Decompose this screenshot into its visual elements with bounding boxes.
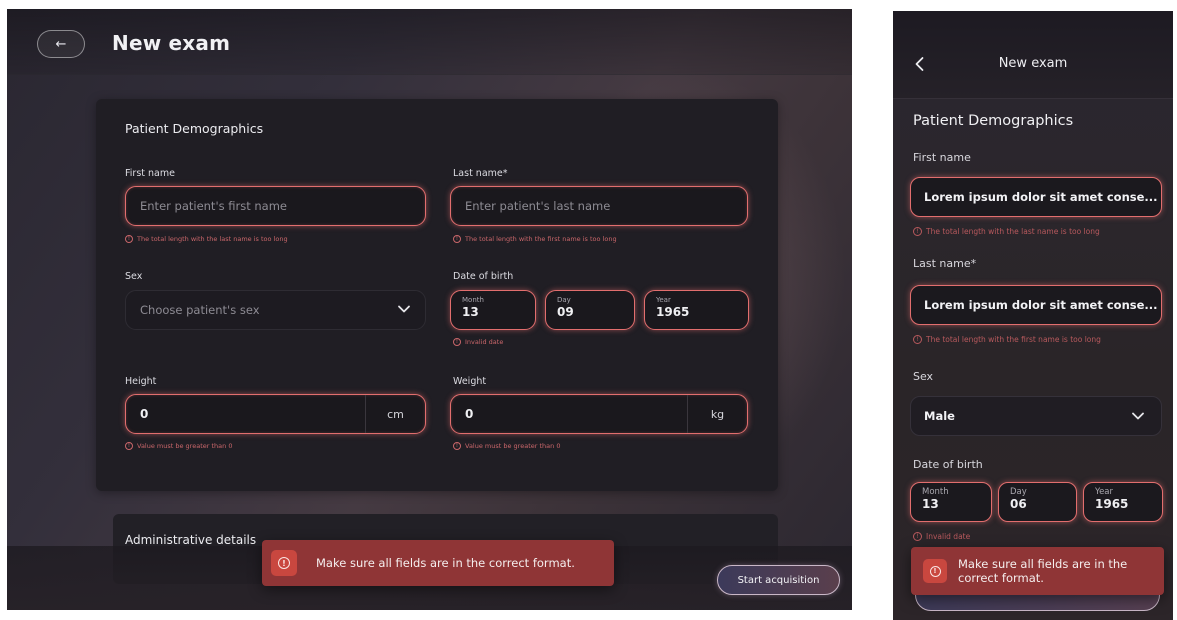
back-button[interactable]: ← — [37, 30, 85, 58]
chevron-down-icon — [1132, 412, 1144, 420]
last-name-error: ! The total length with the first name is… — [913, 335, 1101, 344]
last-name-label: Last name* — [913, 257, 977, 270]
error-icon: ! — [913, 335, 922, 344]
dob-day-input[interactable]: Day 06 — [998, 482, 1077, 522]
arrow-left-icon: ← — [55, 36, 67, 52]
page-title: New exam — [112, 31, 231, 55]
sex-select[interactable]: Male — [910, 396, 1162, 436]
last-name-label: Last name* — [453, 168, 508, 179]
last-name-input[interactable]: Lorem ipsum dolor sit amet conse... — [910, 285, 1162, 325]
weight-input[interactable]: 0 kg — [450, 394, 748, 434]
chevron-down-icon — [398, 305, 410, 313]
desktop-view: ← New exam Patient Demographics First na… — [7, 9, 852, 610]
sex-label: Sex — [125, 271, 143, 282]
dob-year-input[interactable]: Year 1965 — [1083, 482, 1163, 522]
alert-icon: ! — [923, 559, 947, 583]
patient-demographics-card: Patient Demographics First name Enter pa… — [96, 99, 778, 491]
section-title: Administrative details — [125, 533, 257, 547]
dob-error: ! Invalid date — [453, 338, 503, 346]
weight-label: Weight — [453, 376, 487, 387]
mobile-view: New exam Patient Demographics First name… — [893, 11, 1173, 620]
dob-month-input[interactable]: Month 13 — [910, 482, 992, 522]
height-error: ! Value must be greater than 0 — [125, 442, 232, 450]
sex-select[interactable]: Choose patient's sex — [125, 290, 426, 330]
alert-icon: ! — [271, 550, 297, 576]
dob-error: ! Invalid date — [913, 532, 970, 541]
first-name-label: First name — [913, 151, 971, 164]
start-acquisition-button[interactable]: Start acquisition — [717, 565, 840, 595]
sex-label: Sex — [913, 370, 934, 383]
dob-label: Date of birth — [913, 458, 983, 471]
height-input[interactable]: 0 cm — [125, 394, 426, 434]
error-icon: ! — [453, 338, 461, 346]
toast-message: Make sure all fields are in the correct … — [958, 556, 1128, 585]
error-toast: ! Make sure all fields are in the correc… — [911, 547, 1164, 595]
weight-unit: kg — [687, 395, 747, 433]
last-name-error: ! The total length with the first name is… — [453, 235, 617, 243]
height-unit: cm — [365, 395, 425, 433]
error-icon: ! — [125, 442, 133, 450]
weight-error: ! Value must be greater than 0 — [453, 442, 560, 450]
header: ← New exam — [7, 9, 852, 75]
section-title: Patient Demographics — [125, 121, 264, 136]
mobile-header: New exam — [893, 11, 1173, 99]
first-name-input[interactable]: Lorem ipsum dolor sit amet conse... — [910, 177, 1162, 217]
height-label: Height — [125, 376, 157, 387]
dob-label: Date of birth — [453, 271, 514, 282]
page-title: New exam — [998, 56, 1068, 71]
first-name-error: ! The total length with the last name is … — [125, 235, 288, 243]
dob-year-input[interactable]: Year 1965 — [644, 290, 749, 330]
section-title: Patient Demographics — [913, 113, 1074, 129]
error-icon: ! — [913, 532, 922, 541]
error-icon: ! — [453, 442, 461, 450]
first-name-label: First name — [125, 168, 175, 179]
error-icon: ! — [453, 235, 461, 243]
toast-message: Make sure all fields are in the correct … — [316, 556, 575, 570]
last-name-input[interactable]: Enter patient's last name — [450, 186, 748, 226]
dob-group: Month 13 Day 09 Year 1965 — [450, 290, 750, 330]
first-name-input[interactable]: Enter patient's first name — [125, 186, 426, 226]
dob-month-input[interactable]: Month 13 — [450, 290, 536, 330]
error-icon: ! — [125, 235, 133, 243]
error-icon: ! — [913, 227, 922, 236]
dob-day-input[interactable]: Day 09 — [545, 290, 635, 330]
error-toast: ! Make sure all fields are in the correc… — [262, 540, 614, 586]
first-name-error: ! The total length with the last name is … — [913, 227, 1100, 236]
